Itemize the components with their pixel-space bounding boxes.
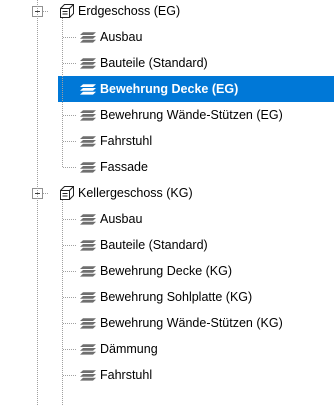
layer-stack-icon bbox=[80, 266, 96, 277]
layer-stack-icon bbox=[80, 344, 96, 355]
structure-tree: Erdgeschoss (EG) Ausbau Bauteile (Standard… bbox=[0, 0, 334, 405]
tree-node-layer[interactable]: Ausbau bbox=[0, 206, 334, 232]
layer-stack-icon bbox=[80, 162, 96, 173]
tree-node-floor[interactable]: Kellergeschoss (KG) bbox=[0, 180, 334, 206]
tree-node-label: Erdgeschoss (EG) bbox=[78, 4, 181, 18]
layer-stack-icon bbox=[80, 214, 96, 225]
tree-guide-line bbox=[37, 0, 38, 405]
tree-node-layer[interactable]: Bewehrung Wände-Stützen (KG) bbox=[0, 310, 334, 336]
tree-node-label: Bewehrung Decke (EG) bbox=[100, 82, 239, 96]
layer-stack-icon bbox=[80, 292, 96, 303]
tree-node-label: Bauteile (Standard) bbox=[100, 56, 208, 70]
tree-node-layer[interactable]: Fahrstuhl bbox=[0, 128, 334, 154]
tree-node-layer[interactable]: Bewehrung Wände-Stützen (EG) bbox=[0, 102, 334, 128]
tree-node-floor[interactable]: Erdgeschoss (EG) bbox=[0, 0, 334, 24]
layer-stack-icon bbox=[80, 84, 96, 95]
layer-stack-icon bbox=[80, 58, 96, 69]
tree-connector-line bbox=[63, 297, 76, 298]
tree-node-layer[interactable]: Bauteile (Standard) bbox=[0, 232, 334, 258]
tree-connector-line bbox=[63, 115, 76, 116]
layer-stack-icon bbox=[80, 136, 96, 147]
tree-connector-line bbox=[63, 245, 76, 246]
tree-node-layer[interactable]: Bauteile (Standard) bbox=[0, 50, 334, 76]
tree-node-layer[interactable]: Fahrstuhl bbox=[0, 362, 334, 388]
tree-node-label: Fassade bbox=[100, 160, 148, 174]
tree-guide-line bbox=[62, 200, 63, 405]
layer-stack-icon bbox=[80, 318, 96, 329]
tree-connector-line bbox=[63, 63, 76, 64]
tree-connector-line bbox=[63, 271, 76, 272]
tree-node-label: Fahrstuhl bbox=[100, 368, 153, 382]
layer-stack-icon bbox=[80, 370, 96, 381]
tree-node-label: Kellergeschoss (KG) bbox=[78, 186, 193, 200]
structure-folder-icon bbox=[60, 4, 74, 18]
tree-connector-line bbox=[63, 349, 76, 350]
tree-node-layer[interactable]: Dämmung bbox=[0, 336, 334, 362]
tree-node-label: Ausbau bbox=[100, 30, 143, 44]
tree-connector-line bbox=[63, 37, 76, 38]
tree-node-label: Bewehrung Sohlplatte (KG) bbox=[100, 290, 253, 304]
layer-stack-icon bbox=[80, 110, 96, 121]
tree-node-label: Bewehrung Decke (KG) bbox=[100, 264, 233, 278]
tree-node-layer[interactable]: Bewehrung Decke (KG) bbox=[0, 258, 334, 284]
tree-node-label: Bauteile (Standard) bbox=[100, 238, 208, 252]
tree-connector-line bbox=[63, 141, 76, 142]
tree-guide-line bbox=[62, 18, 63, 167]
layer-stack-icon bbox=[80, 32, 96, 43]
tree-node-label: Fahrstuhl bbox=[100, 134, 153, 148]
tree-connector-line bbox=[63, 167, 76, 168]
layer-stack-icon bbox=[80, 240, 96, 251]
structure-folder-icon bbox=[60, 186, 74, 200]
tree-node-label: Bewehrung Wände-Stützen (KG) bbox=[100, 316, 283, 330]
tree-node-layer-selected[interactable]: Bewehrung Decke (EG) bbox=[58, 76, 334, 102]
tree-node-label: Dämmung bbox=[100, 342, 158, 356]
tree-node-label: Bewehrung Wände-Stützen (EG) bbox=[100, 108, 283, 122]
tree-connector-line bbox=[63, 323, 76, 324]
tree-connector-line bbox=[63, 375, 76, 376]
tree-connector-line bbox=[63, 219, 76, 220]
tree-node-label: Ausbau bbox=[100, 212, 143, 226]
tree-node-layer[interactable]: Fassade bbox=[0, 154, 334, 180]
tree-node-layer[interactable]: Bewehrung Sohlplatte (KG) bbox=[0, 284, 334, 310]
tree-node-layer[interactable]: Ausbau bbox=[0, 24, 334, 50]
